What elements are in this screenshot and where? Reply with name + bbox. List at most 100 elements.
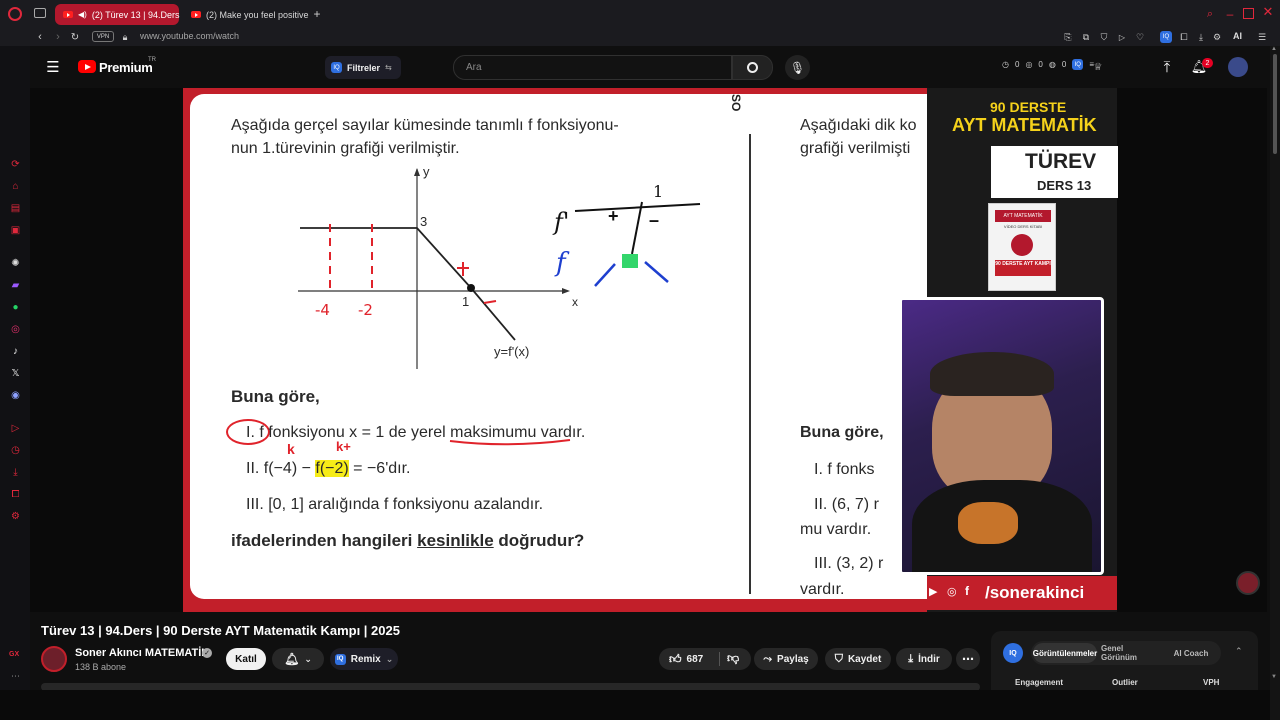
history-icon[interactable]: ◷ <box>9 444 22 457</box>
youtube-favicon-icon <box>191 11 201 18</box>
hand-label: -4 <box>315 301 330 319</box>
tab-overview[interactable]: Genel Görünüm <box>1101 643 1159 663</box>
iq-icon: IQ <box>331 62 342 73</box>
url-text[interactable]: www.youtube.com/watch <box>140 31 239 41</box>
turev-box: TÜREV DERS 13 <box>991 146 1118 198</box>
shield-icon[interactable]: ⛉ <box>1099 31 1109 43</box>
discord-icon[interactable]: ◉ <box>9 389 22 402</box>
youtube-logo-icon[interactable] <box>78 60 96 73</box>
search-button[interactable] <box>732 55 773 80</box>
bell-icon: 🔔︎ <box>284 652 300 666</box>
trophy-icon[interactable]: ♕ <box>1092 60 1104 74</box>
more-actions-button[interactable]: ⋯ <box>956 648 980 670</box>
search-input[interactable]: Ara <box>453 55 732 80</box>
extensions-icon[interactable]: ⧠ <box>1178 31 1190 43</box>
heart-icon[interactable]: ♡ <box>1135 31 1145 43</box>
sign-minus: – <box>649 210 660 230</box>
tiktok-icon[interactable]: ♪ <box>9 345 22 358</box>
iq-extension-icon[interactable]: IQ <box>1160 31 1172 43</box>
search-tabs-icon[interactable]: ⌕ <box>1204 8 1216 20</box>
remix-button[interactable]: IQ Remix ⌄ <box>330 648 398 670</box>
ai-label[interactable]: AI <box>1233 31 1242 41</box>
twitch-icon[interactable]: ▰ <box>9 279 22 292</box>
hand-mark-k: k <box>287 441 295 457</box>
youtube-social-icon: ▶ <box>929 586 938 598</box>
item-text: [0, 1] aralığında f fonksiyonu azalandır… <box>268 496 544 513</box>
premium-logo-text[interactable]: Premium <box>99 60 153 75</box>
news-icon[interactable]: ▤ <box>9 202 22 215</box>
bag-icon[interactable]: ⌂ <box>9 180 22 193</box>
chevron-down-icon: ⌄ <box>304 653 312 664</box>
tab-active[interactable]: ◀) (2) Türev 13 | 94.Ders <box>55 4 180 25</box>
forward-icon[interactable]: › <box>53 31 63 43</box>
gx-label[interactable]: GX <box>9 651 19 658</box>
share-button[interactable]: ⤳ Paylaş <box>754 648 818 670</box>
item-text: f(−4) − <box>263 460 316 477</box>
more-icon[interactable]: ⋯ <box>11 671 20 682</box>
speaker-icon[interactable]: ◀) <box>78 10 87 19</box>
snapshot-icon[interactable]: ⧉ <box>1081 31 1091 43</box>
like-count[interactable]: 687 <box>687 654 704 665</box>
bottom-strip <box>0 690 1270 720</box>
scroll-up-icon[interactable]: ▲ <box>1271 46 1277 52</box>
save-button[interactable]: ⛉ Kaydet <box>825 648 891 670</box>
join-button[interactable]: Katıl <box>226 648 266 670</box>
minimize-icon[interactable]: – <box>1224 7 1236 21</box>
download-button[interactable]: ⤓ İndir <box>896 648 952 670</box>
player-icon[interactable]: ▷ <box>1117 31 1127 43</box>
page-scrollbar[interactable]: ▲ ▼ <box>1270 46 1280 720</box>
aria-icon[interactable]: ⟳ <box>9 158 22 171</box>
download-icon[interactable]: ⤓ <box>1196 31 1206 43</box>
x-icon[interactable]: 𝕏 <box>9 367 22 380</box>
thumbs-up-icon[interactable]: 👍︎ <box>669 652 682 667</box>
presenter-hair <box>930 352 1054 396</box>
share-icon: ⤳ <box>763 652 773 665</box>
tab-label: (2) Türev 13 | 94.Ders <box>91 9 180 20</box>
channel-avatar[interactable] <box>41 646 67 672</box>
new-tab-icon[interactable]: + <box>311 7 323 21</box>
tab-inactive[interactable]: (2) Make you feel positive <box>183 4 309 25</box>
calendar-icon[interactable]: ▣ <box>9 224 22 237</box>
shirt-graphic <box>958 502 1018 544</box>
maximize-icon[interactable] <box>1243 8 1254 19</box>
hamburger-menu-icon[interactable]: ☰ <box>46 59 60 76</box>
subscribed-bell-button[interactable]: 🔔︎ ⌄ <box>272 648 324 670</box>
scroll-down-icon[interactable]: ▼ <box>1271 674 1277 680</box>
collapse-icon[interactable]: ⌃ <box>1235 646 1243 657</box>
thumbs-down-icon[interactable]: 👎︎ <box>727 651 739 666</box>
item-number: II. <box>246 460 260 477</box>
iq-badge[interactable]: IQ <box>1072 59 1084 70</box>
voice-search-button[interactable]: 🎙︎ <box>785 55 810 80</box>
whatsapp-icon[interactable]: ● <box>9 301 22 314</box>
settings-icon[interactable]: ⚙ <box>9 510 22 523</box>
vpn-badge[interactable]: VPN <box>92 31 114 42</box>
search-icon <box>747 62 758 73</box>
back-icon[interactable]: ‹ <box>35 31 45 43</box>
channel-watermark-icon[interactable] <box>1236 571 1260 595</box>
video-player[interactable]: Aşağıda gerçel sayılar kümesinde tanımlı… <box>30 88 1267 612</box>
upload-icon[interactable]: ⤒ <box>1160 59 1174 76</box>
scrollbar-thumb[interactable] <box>1273 54 1277 154</box>
video-title: Türev 13 | 94.Ders | 90 Derste AYT Matem… <box>41 623 400 638</box>
iq-icon: IQ <box>334 653 346 665</box>
menu-icon[interactable]: ☰ <box>1257 31 1267 43</box>
x-tick-label: 1 <box>462 294 470 309</box>
chatgpt-icon[interactable]: ✺ <box>9 257 22 270</box>
workspaces-icon[interactable] <box>34 8 46 18</box>
instagram-icon[interactable]: ◎ <box>9 323 22 336</box>
reload-icon[interactable]: ↻ <box>69 31 81 43</box>
close-window-icon[interactable]: ✕ <box>1262 4 1274 19</box>
extensions-sidebar-icon[interactable]: ⧠ <box>9 488 22 501</box>
avatar[interactable] <box>1228 57 1248 77</box>
share-url-icon[interactable]: ⎘ <box>1063 31 1073 43</box>
player-sidebar-icon[interactable]: ▷ <box>9 422 22 435</box>
channel-name[interactable]: Soner Akıncı MATEMATİK <box>75 647 209 659</box>
tab-views[interactable]: Görüntülenmeler <box>1033 643 1097 663</box>
downloads-icon[interactable]: ⤓ <box>9 466 22 479</box>
opera-logo-icon[interactable] <box>8 7 22 21</box>
easy-setup-icon[interactable]: ⚙ <box>1212 31 1222 43</box>
tab-ai-coach[interactable]: AI Coach <box>1165 643 1217 663</box>
notification-count-badge: 2 <box>1202 58 1213 68</box>
filters-button[interactable]: IQ Filtreler ⇆ <box>325 56 401 79</box>
book-title: AYT MATEMATİK <box>995 210 1051 222</box>
